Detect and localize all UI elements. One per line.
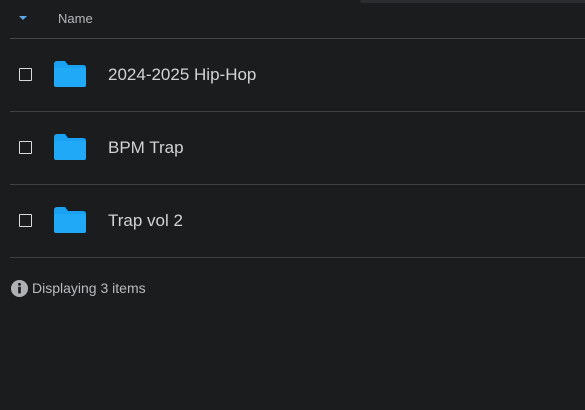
sort-toggle-button[interactable] <box>17 12 29 24</box>
file-list: 2024-2025 Hip-Hop BPM Trap Trap vol 2 <box>10 39 585 258</box>
folder-icon <box>54 207 86 233</box>
info-icon <box>10 279 29 297</box>
name-column-header[interactable]: Name <box>58 11 93 26</box>
folder-name[interactable]: 2024-2025 Hip-Hop <box>108 65 256 85</box>
file-browser: Name 2024-2025 Hip-Hop BPM Trap Trap vol… <box>0 0 585 410</box>
folder-icon <box>54 134 86 160</box>
list-item[interactable]: BPM Trap <box>10 112 585 185</box>
status-text: Displaying 3 items <box>32 280 146 296</box>
folder-icon <box>54 61 86 87</box>
row-checkbox[interactable] <box>19 214 32 227</box>
caret-down-icon <box>19 16 27 20</box>
row-checkbox[interactable] <box>19 68 32 81</box>
folder-name[interactable]: Trap vol 2 <box>108 211 183 231</box>
folder-name[interactable]: BPM Trap <box>108 138 184 158</box>
list-item[interactable]: 2024-2025 Hip-Hop <box>10 39 585 112</box>
column-header-row: Name <box>10 0 585 39</box>
list-item[interactable]: Trap vol 2 <box>10 185 585 258</box>
row-checkbox[interactable] <box>19 141 32 154</box>
status-bar: Displaying 3 items <box>10 278 146 298</box>
